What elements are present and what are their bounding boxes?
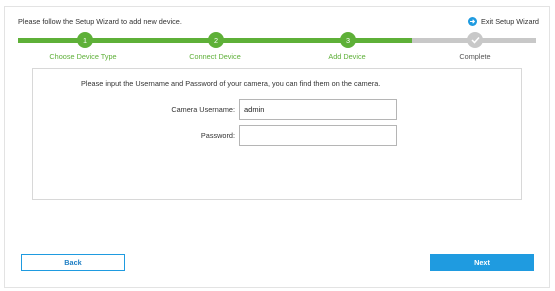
step-3-label: Add Device: [328, 52, 366, 61]
arrow-right-circle-icon: [468, 17, 477, 26]
back-button[interactable]: Back: [21, 254, 125, 271]
camera-username-input[interactable]: [239, 99, 397, 120]
wizard-intro-text: Please follow the Setup Wizard to add ne…: [18, 17, 182, 26]
form-instruction: Please input the Username and Password o…: [81, 79, 381, 88]
step-4-marker: [467, 32, 483, 48]
exit-setup-wizard-label: Exit Setup Wizard: [481, 17, 539, 26]
exit-setup-wizard-link[interactable]: Exit Setup Wizard: [468, 17, 539, 26]
step-4-label: Complete: [459, 52, 491, 61]
password-label: Password:: [200, 131, 235, 140]
camera-username-label: Camera Username:: [171, 105, 235, 114]
step-1-label: Choose Device Type: [49, 52, 117, 61]
next-button[interactable]: Next: [430, 254, 534, 271]
step-2-marker: 2: [208, 32, 224, 48]
checkmark-icon: [470, 36, 480, 44]
step-3-marker: 3: [340, 32, 356, 48]
step-2-label: Connect Device: [189, 52, 241, 61]
password-input[interactable]: [239, 125, 397, 146]
step-1-marker: 1: [77, 32, 93, 48]
